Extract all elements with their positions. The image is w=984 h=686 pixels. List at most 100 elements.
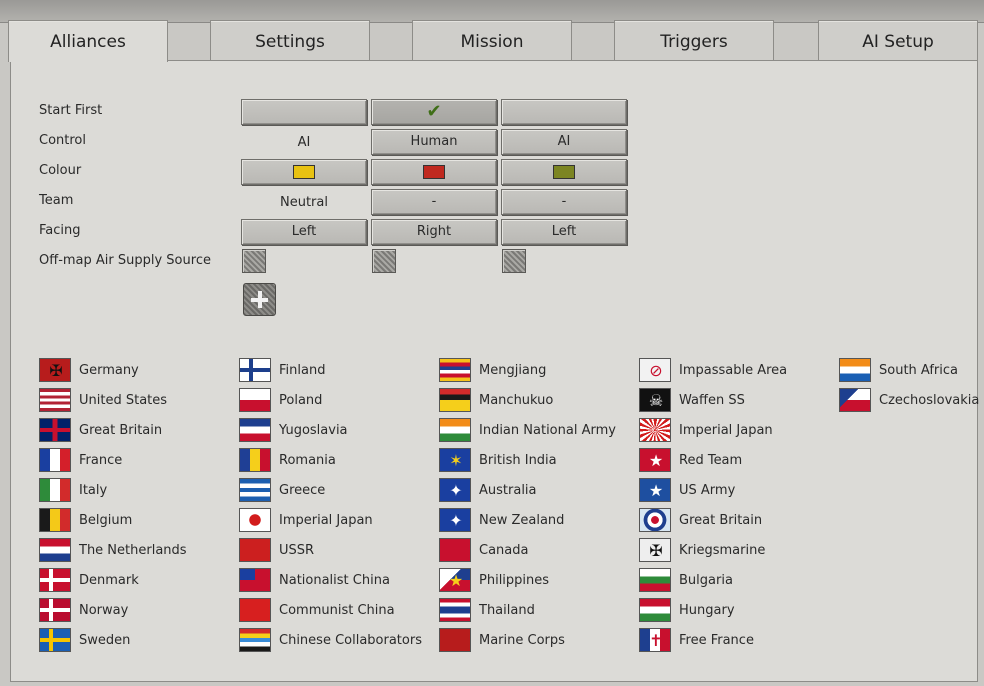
control-value-side-1: AI <box>297 135 311 150</box>
colour-button-side-1[interactable] <box>241 159 367 185</box>
flag-icon: ✦ <box>439 508 471 532</box>
nation-label: Philippines <box>479 573 550 588</box>
facing-button-side-2[interactable]: Right <box>371 219 497 245</box>
flag-icon <box>639 568 671 592</box>
nation-item[interactable]: USSR <box>239 538 429 562</box>
nation-label: Indian National Army <box>479 423 616 438</box>
control-button-side-2[interactable]: Human <box>371 129 497 155</box>
nation-item[interactable]: Chinese Collaborators <box>239 628 429 652</box>
nation-item[interactable]: Sweden <box>39 628 229 652</box>
nation-item[interactable]: Italy <box>39 478 229 502</box>
air-supply-checkbox-side-1[interactable] <box>242 249 266 273</box>
team-button-side-3[interactable]: - <box>501 189 627 215</box>
nation-item[interactable]: Norway <box>39 598 229 622</box>
nation-item[interactable]: South Africa <box>839 358 984 382</box>
add-side-button[interactable] <box>243 283 276 316</box>
flag-icon: ✶ <box>439 448 471 472</box>
flag-icon <box>439 418 471 442</box>
nation-item[interactable]: Indian National Army <box>439 418 629 442</box>
flag-icon <box>239 628 271 652</box>
nation-label: France <box>79 453 123 468</box>
nation-item[interactable]: Denmark <box>39 568 229 592</box>
tab-mission[interactable]: Mission <box>412 20 572 60</box>
flag-icon <box>39 508 71 532</box>
nation-item[interactable]: Hungary <box>639 598 829 622</box>
tab-triggers[interactable]: Triggers <box>614 20 774 60</box>
nation-label: British India <box>479 453 557 468</box>
colour-swatch <box>423 165 445 179</box>
facing-button-side-3[interactable]: Left <box>501 219 627 245</box>
nation-item[interactable]: ★ Red Team <box>639 448 829 472</box>
nation-label: Canada <box>479 543 529 558</box>
start-first-button-side-1[interactable] <box>241 99 367 125</box>
nation-item[interactable]: United States <box>39 388 229 412</box>
nation-item[interactable]: ✦ New Zealand <box>439 508 629 532</box>
nation-item[interactable]: Great Britain <box>39 418 229 442</box>
start-first-button-side-2[interactable]: ✔ <box>371 99 497 125</box>
nation-item[interactable]: Bulgaria <box>639 568 829 592</box>
flag-icon <box>639 598 671 622</box>
nation-item[interactable]: ✠ Germany <box>39 358 229 382</box>
nation-item[interactable]: ✶ British India <box>439 448 629 472</box>
facing-button-side-1[interactable]: Left <box>241 219 367 245</box>
flag-icon <box>39 598 71 622</box>
nation-item[interactable]: Czechoslovakia <box>839 388 984 412</box>
nation-label: United States <box>79 393 168 408</box>
nation-item[interactable]: Imperial Japan <box>239 508 429 532</box>
flag-icon <box>239 418 271 442</box>
nation-item[interactable]: Poland <box>239 388 429 412</box>
nation-item[interactable]: Belgium <box>39 508 229 532</box>
nation-item[interactable]: France <box>39 448 229 472</box>
flag-icon: ★ <box>439 568 471 592</box>
nation-item[interactable]: Communist China <box>239 598 429 622</box>
flag-icon <box>239 388 271 412</box>
nation-item[interactable]: ★ US Army <box>639 478 829 502</box>
nation-label: Imperial Japan <box>279 513 373 528</box>
nation-label: Bulgaria <box>679 573 733 588</box>
nation-label: Finland <box>279 363 326 378</box>
flag-icon <box>439 598 471 622</box>
nation-item[interactable]: Canada <box>439 538 629 562</box>
nation-item[interactable]: Nationalist China <box>239 568 429 592</box>
nation-item[interactable]: Thailand <box>439 598 629 622</box>
nation-label: USSR <box>279 543 315 558</box>
air-supply-checkbox-side-3[interactable] <box>502 249 526 273</box>
nation-item[interactable]: The Netherlands <box>39 538 229 562</box>
air-supply-checkbox-side-2[interactable] <box>372 249 396 273</box>
start-first-label: Start First <box>39 103 103 118</box>
team-label: Team <box>39 193 74 208</box>
nation-label: Hungary <box>679 603 735 618</box>
flag-icon <box>439 388 471 412</box>
nation-item[interactable]: Marine Corps <box>439 628 629 652</box>
nation-item[interactable]: Mengjiang <box>439 358 629 382</box>
nation-item[interactable]: ✦ Australia <box>439 478 629 502</box>
tab-settings[interactable]: Settings <box>210 20 370 60</box>
nation-item[interactable]: Yugoslavia <box>239 418 429 442</box>
nation-item[interactable]: Great Britain <box>639 508 829 532</box>
nation-item[interactable]: ✝ Free France <box>639 628 829 652</box>
nation-item[interactable]: ☠ Waffen SS <box>639 388 829 412</box>
colour-button-side-3[interactable] <box>501 159 627 185</box>
nation-item[interactable]: Greece <box>239 478 429 502</box>
checkmark-icon: ✔ <box>426 101 442 122</box>
tab-ai-setup[interactable]: AI Setup <box>818 20 978 60</box>
nation-label: Denmark <box>79 573 139 588</box>
nation-label: Italy <box>79 483 108 498</box>
nation-item[interactable]: ⊘ Impassable Area <box>639 358 829 382</box>
nation-item[interactable]: Imperial Japan <box>639 418 829 442</box>
flag-icon <box>239 568 271 592</box>
nation-item[interactable]: Finland <box>239 358 429 382</box>
flag-icon <box>239 598 271 622</box>
tab-alliances[interactable]: Alliances <box>8 20 168 62</box>
control-label: Control <box>39 133 86 148</box>
nation-label: Waffen SS <box>679 393 745 408</box>
control-button-side-3[interactable]: AI <box>501 129 627 155</box>
nation-item[interactable]: ✠ Kriegsmarine <box>639 538 829 562</box>
nation-item[interactable]: Romania <box>239 448 429 472</box>
team-button-side-2[interactable]: - <box>371 189 497 215</box>
nation-label: Marine Corps <box>479 633 565 648</box>
nation-item[interactable]: Manchukuo <box>439 388 629 412</box>
colour-button-side-2[interactable] <box>371 159 497 185</box>
nation-item[interactable]: ★ Philippines <box>439 568 629 592</box>
start-first-button-side-3[interactable] <box>501 99 627 125</box>
